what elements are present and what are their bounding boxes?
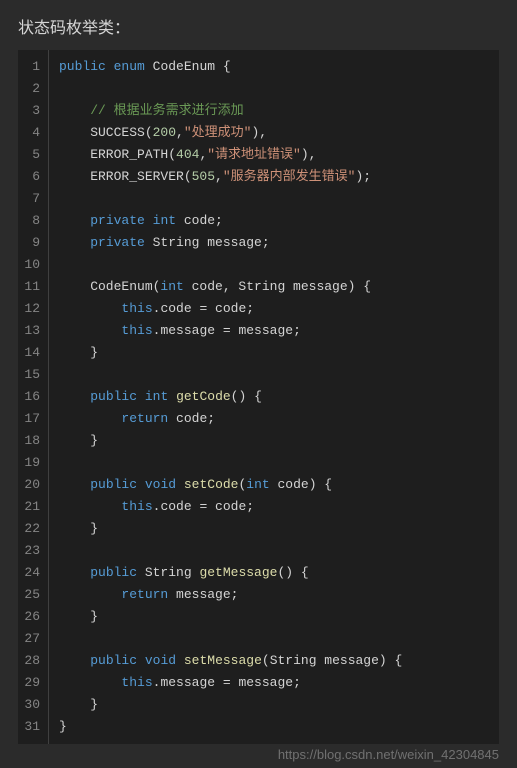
code-line: } <box>49 518 499 540</box>
line-number: 3 <box>18 100 48 122</box>
line-number: 31 <box>18 716 48 738</box>
line-number: 13 <box>18 320 48 342</box>
code-line: this.code = code; <box>49 298 499 320</box>
code-line: this.message = message; <box>49 320 499 342</box>
line-number: 8 <box>18 210 48 232</box>
line-number: 26 <box>18 606 48 628</box>
line-number: 5 <box>18 144 48 166</box>
code-line <box>49 540 499 562</box>
line-number: 22 <box>18 518 48 540</box>
line-number: 10 <box>18 254 48 276</box>
line-number: 20 <box>18 474 48 496</box>
line-number: 27 <box>18 628 48 650</box>
code-line: CodeEnum(int code, String message) { <box>49 276 499 298</box>
code-line: ERROR_SERVER(505,"服务器内部发生错误"); <box>49 166 499 188</box>
line-number: 7 <box>18 188 48 210</box>
code-line: // 根据业务需求进行添加 <box>49 100 499 122</box>
code-line: } <box>49 430 499 452</box>
code-line: public enum CodeEnum { <box>49 56 499 78</box>
code-block: 1234567891011121314151617181920212223242… <box>18 50 499 744</box>
line-number: 30 <box>18 694 48 716</box>
line-number: 29 <box>18 672 48 694</box>
line-number: 17 <box>18 408 48 430</box>
line-number: 15 <box>18 364 48 386</box>
code-line <box>49 254 499 276</box>
code-line: } <box>49 716 499 738</box>
code-line: public String getMessage() { <box>49 562 499 584</box>
code-line: ERROR_PATH(404,"请求地址错误"), <box>49 144 499 166</box>
code-line: } <box>49 342 499 364</box>
watermark: https://blog.csdn.net/weixin_42304845 <box>278 747 499 762</box>
code-line: public void setCode(int code) { <box>49 474 499 496</box>
line-number: 21 <box>18 496 48 518</box>
code-line <box>49 628 499 650</box>
line-number: 23 <box>18 540 48 562</box>
code-line: return message; <box>49 584 499 606</box>
line-number: 12 <box>18 298 48 320</box>
code-line: return code; <box>49 408 499 430</box>
code-line <box>49 364 499 386</box>
code-line: this.code = code; <box>49 496 499 518</box>
code-line: public void setMessage(String message) { <box>49 650 499 672</box>
section-title: 状态码枚举类： <box>0 0 517 50</box>
line-number: 28 <box>18 650 48 672</box>
line-number: 9 <box>18 232 48 254</box>
code-line: private int code; <box>49 210 499 232</box>
code-line <box>49 78 499 100</box>
code-line: private String message; <box>49 232 499 254</box>
line-number-gutter: 1234567891011121314151617181920212223242… <box>18 50 49 744</box>
line-number: 16 <box>18 386 48 408</box>
code-content: public enum CodeEnum { // 根据业务需求进行添加 SUC… <box>49 50 499 744</box>
line-number: 4 <box>18 122 48 144</box>
code-line <box>49 452 499 474</box>
line-number: 24 <box>18 562 48 584</box>
line-number: 6 <box>18 166 48 188</box>
line-number: 18 <box>18 430 48 452</box>
code-line <box>49 188 499 210</box>
line-number: 2 <box>18 78 48 100</box>
line-number: 14 <box>18 342 48 364</box>
code-line: SUCCESS(200,"处理成功"), <box>49 122 499 144</box>
code-line: } <box>49 606 499 628</box>
code-line: this.message = message; <box>49 672 499 694</box>
line-number: 19 <box>18 452 48 474</box>
line-number: 25 <box>18 584 48 606</box>
code-line: } <box>49 694 499 716</box>
code-line: public int getCode() { <box>49 386 499 408</box>
line-number: 11 <box>18 276 48 298</box>
line-number: 1 <box>18 56 48 78</box>
